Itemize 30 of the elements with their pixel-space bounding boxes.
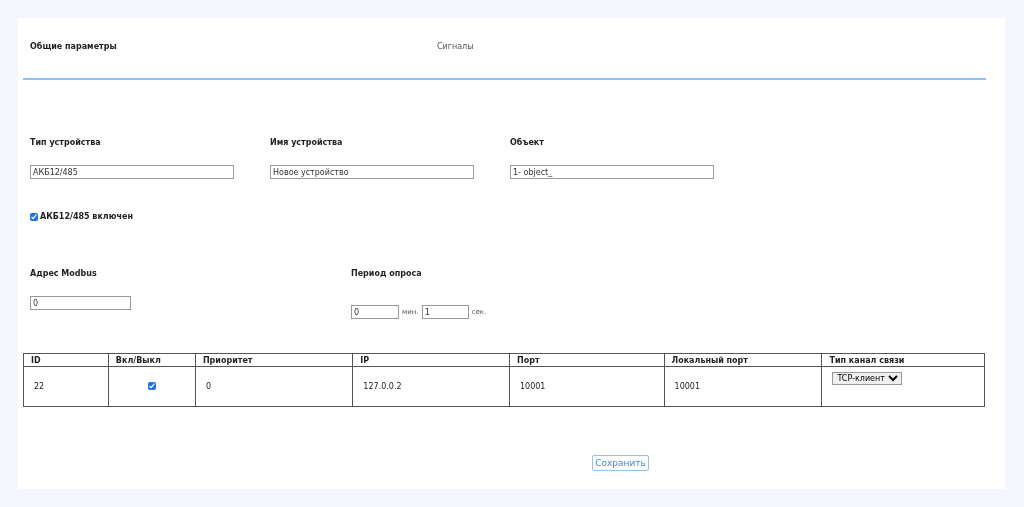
tab[interactable]: Сигналы: [430, 42, 837, 51]
column-header: Приоритет: [195, 353, 353, 367]
field-label: Адрес Modbus: [30, 269, 98, 278]
field-label: Период опроса: [351, 269, 423, 278]
tab[interactable]: Общие параметры: [23, 42, 430, 51]
input-field[interactable]: 0: [351, 305, 399, 319]
column-header: IP: [352, 353, 510, 367]
column-header: Локальный порт: [664, 353, 822, 367]
column-header: Тип канал связи: [821, 353, 985, 367]
channel-type-select[interactable]: TCP-клиент: [832, 372, 903, 385]
column-header: ID: [23, 353, 109, 367]
field-label: Объект: [510, 138, 545, 147]
table-cell: 10001: [664, 366, 822, 407]
checkbox[interactable]: [147, 381, 156, 390]
save-button[interactable]: Сохранить: [592, 455, 649, 471]
input-field[interactable]: 1- object_: [510, 165, 714, 179]
checkbox[interactable]: [30, 212, 38, 221]
table-cell: 0: [195, 366, 353, 407]
column-header: Вкл/Выкл: [108, 353, 196, 367]
checkbox-label: АКБ12/485 включен: [40, 212, 133, 221]
table-cell: 127.0.0.2: [352, 366, 510, 407]
input-field[interactable]: Новое устройство: [270, 165, 474, 179]
input-field[interactable]: 1: [421, 305, 469, 319]
input-field[interactable]: 0: [30, 296, 131, 310]
field-label: Имя устройства: [270, 138, 344, 147]
table-cell: 22: [23, 366, 109, 407]
field-label: Тип устройства: [30, 138, 102, 147]
column-header: Порт: [509, 353, 665, 367]
table-cell: 10001: [509, 366, 665, 407]
input-field[interactable]: АКБ12/485: [30, 165, 234, 179]
